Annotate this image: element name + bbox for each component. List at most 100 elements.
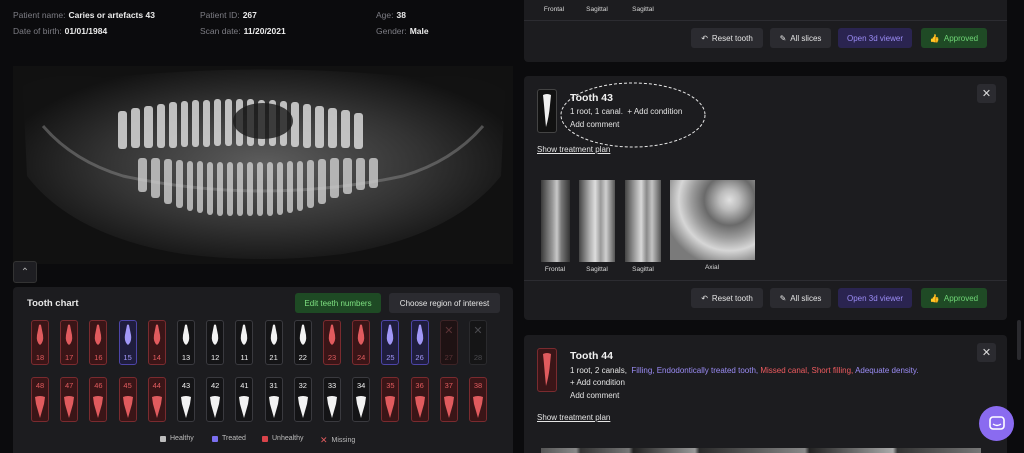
- tooth-icon: [36, 324, 44, 345]
- legend-missing: ✕ Missing: [320, 435, 356, 445]
- tooth-11[interactable]: 11: [235, 320, 254, 365]
- tooth-number: 36: [415, 381, 424, 390]
- chevron-up-icon: ⌃: [20, 266, 30, 278]
- tooth-13[interactable]: 13: [177, 320, 195, 365]
- undo-icon: ↶: [701, 33, 708, 43]
- tooth-34[interactable]: 34: [352, 377, 371, 422]
- chat-button[interactable]: [979, 406, 1014, 441]
- condition-tag[interactable]: Endodontically treated tooth,: [657, 366, 761, 375]
- tooth-23[interactable]: 23: [323, 320, 341, 365]
- tooth-number: 48: [35, 381, 45, 390]
- edit-teeth-numbers-button[interactable]: Edit teeth numbers: [295, 293, 381, 313]
- tooth-46[interactable]: 46: [89, 377, 108, 422]
- slice-label-frontal: Frontal: [543, 6, 565, 13]
- thumbs-up-icon: 👍: [929, 293, 940, 303]
- tooth-21[interactable]: 21: [264, 320, 283, 365]
- add-condition-link[interactable]: + Add condition: [570, 378, 625, 387]
- condition-tag[interactable]: Missed canal,: [760, 366, 811, 375]
- slice-frontal-image[interactable]: [541, 180, 570, 262]
- tooth-number: 14: [152, 353, 161, 362]
- highlight-ellipse: [560, 82, 706, 148]
- all-slices-button[interactable]: ✎ All slices: [770, 28, 831, 48]
- tooth-28[interactable]: ✕ 28: [469, 320, 487, 365]
- tooth-number: 31: [269, 381, 278, 390]
- tooth-icon: [270, 324, 277, 345]
- tooth-15[interactable]: 15: [118, 320, 137, 365]
- tooth-number: 44: [152, 381, 161, 390]
- tooth-37[interactable]: 37: [439, 377, 458, 422]
- tooth-33[interactable]: 33: [323, 377, 341, 422]
- tooth-32[interactable]: 32: [293, 377, 312, 422]
- tooth-43-icon: [537, 89, 557, 133]
- slice-axial-image[interactable]: [670, 180, 755, 260]
- tooth-25[interactable]: 25: [381, 320, 400, 365]
- tooth-16[interactable]: 16: [89, 320, 108, 365]
- slice-sagittal-image-2[interactable]: [625, 180, 661, 262]
- slice-label-sagittal: Sagittal: [586, 6, 608, 13]
- condition-tag[interactable]: Adequate density.: [855, 366, 918, 375]
- tooth-38[interactable]: 38: [469, 377, 487, 422]
- tooth-icon: [35, 396, 45, 418]
- choose-region-button[interactable]: Choose region of interest: [389, 293, 500, 313]
- tooth-22[interactable]: 22: [293, 320, 312, 365]
- tooth-number: 46: [94, 381, 103, 390]
- slice-label-sagittal: Sagittal: [632, 266, 654, 273]
- tooth-icon: [122, 396, 133, 418]
- tooth-41[interactable]: 41: [235, 377, 254, 422]
- show-treatment-plan-link[interactable]: Show treatment plan: [537, 145, 610, 154]
- tooth-icon: [211, 324, 219, 345]
- tooth-14[interactable]: 14: [147, 320, 166, 365]
- tooth-48[interactable]: 48: [31, 377, 49, 422]
- scrollbar-thumb[interactable]: [1017, 320, 1021, 360]
- tooth-18[interactable]: 18: [31, 320, 49, 365]
- tooth-icon: [181, 396, 191, 418]
- tooth-icon: [443, 396, 454, 418]
- tooth-26[interactable]: 26: [410, 320, 429, 365]
- tooth-icon: [210, 396, 221, 418]
- close-card-button[interactable]: ✕: [977, 343, 996, 362]
- approved-button[interactable]: 👍 Approved: [921, 288, 987, 308]
- tooth-27[interactable]: ✕ 27: [439, 320, 458, 365]
- tooth-43[interactable]: 43: [177, 377, 195, 422]
- patient-name-row: Patient name: Caries or artefacts 43: [13, 10, 155, 20]
- tooth-icon: [95, 324, 102, 345]
- tooth-number: 18: [35, 353, 45, 362]
- collapse-xray-button[interactable]: ⌃: [13, 261, 37, 283]
- condition-list: Filling, Endodontically treated tooth, M…: [631, 366, 918, 375]
- condition-tag[interactable]: Filling,: [631, 366, 656, 375]
- condition-tag[interactable]: Short filling,: [811, 366, 855, 375]
- add-comment-link[interactable]: Add comment: [570, 391, 619, 400]
- reset-tooth-button[interactable]: ↶ Reset tooth: [691, 28, 763, 48]
- tooth-17[interactable]: 17: [60, 320, 79, 365]
- reset-tooth-button[interactable]: ↶ Reset tooth: [691, 288, 763, 308]
- open-3d-viewer-button[interactable]: Open 3d viewer: [838, 28, 912, 48]
- tooth-24[interactable]: 24: [352, 320, 371, 365]
- close-icon: ✕: [981, 88, 992, 100]
- show-treatment-plan-link[interactable]: Show treatment plan: [537, 413, 610, 422]
- all-slices-button[interactable]: ✎ All slices: [770, 288, 831, 308]
- close-card-button[interactable]: ✕: [977, 84, 996, 103]
- tooth-31[interactable]: 31: [264, 377, 283, 422]
- tooth-icon: [328, 324, 336, 345]
- pencil-icon: ✎: [779, 33, 787, 43]
- tooth-42[interactable]: 42: [206, 377, 225, 422]
- panoramic-xray[interactable]: [13, 66, 513, 264]
- tooth-number: 15: [123, 353, 132, 362]
- tooth-47[interactable]: 47: [60, 377, 79, 422]
- legend-healthy: Healthy: [160, 435, 194, 442]
- open-3d-viewer-button[interactable]: Open 3d viewer: [838, 288, 912, 308]
- tooth-44[interactable]: 44: [147, 377, 166, 422]
- tooth-number: 23: [327, 353, 337, 362]
- tooth-35[interactable]: 35: [381, 377, 400, 422]
- tooth-45[interactable]: 45: [118, 377, 137, 422]
- slice-label-frontal: Frontal: [544, 266, 566, 273]
- legend-treated: Treated: [212, 435, 246, 442]
- tooth-icon: [385, 396, 396, 418]
- approved-button[interactable]: 👍 Approved: [921, 28, 987, 48]
- tooth-12[interactable]: 12: [206, 320, 225, 365]
- slice-sagittal-image-1[interactable]: [579, 180, 615, 262]
- tooth-number: 26: [415, 353, 424, 362]
- tooth-36[interactable]: 36: [410, 377, 429, 422]
- undo-icon: ↶: [701, 293, 708, 303]
- pencil-icon: ✎: [779, 293, 787, 303]
